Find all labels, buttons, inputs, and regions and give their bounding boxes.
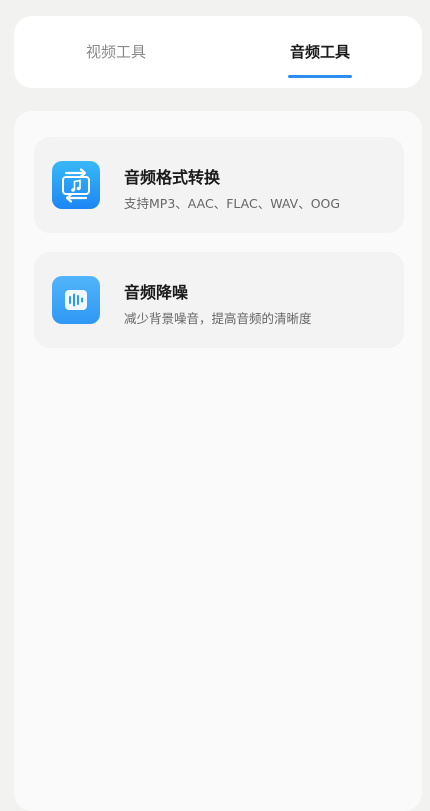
active-tab-indicator <box>288 75 352 78</box>
audio-convert-icon <box>52 161 100 209</box>
tool-tab-bar: 视频工具 音频工具 <box>14 16 422 88</box>
tool-subtitle: 支持MP3、AAC、FLAC、WAV、OOG <box>124 196 341 211</box>
tool-title: 音频降噪 <box>124 283 189 302</box>
tool-card-audio-denoise[interactable]: 音频降噪 减少背景噪音，提高音频的清晰度 <box>34 252 404 348</box>
tab-video-tools[interactable]: 视频工具 <box>64 16 168 88</box>
audio-tools-panel: 音频格式转换 支持MP3、AAC、FLAC、WAV、OOG 音频降噪 减少背景噪… <box>14 111 422 811</box>
tool-subtitle: 减少背景噪音，提高音频的清晰度 <box>124 311 312 326</box>
audio-denoise-icon <box>52 276 100 324</box>
tool-card-audio-convert[interactable]: 音频格式转换 支持MP3、AAC、FLAC、WAV、OOG <box>34 137 404 233</box>
tool-title: 音频格式转换 <box>124 168 221 187</box>
